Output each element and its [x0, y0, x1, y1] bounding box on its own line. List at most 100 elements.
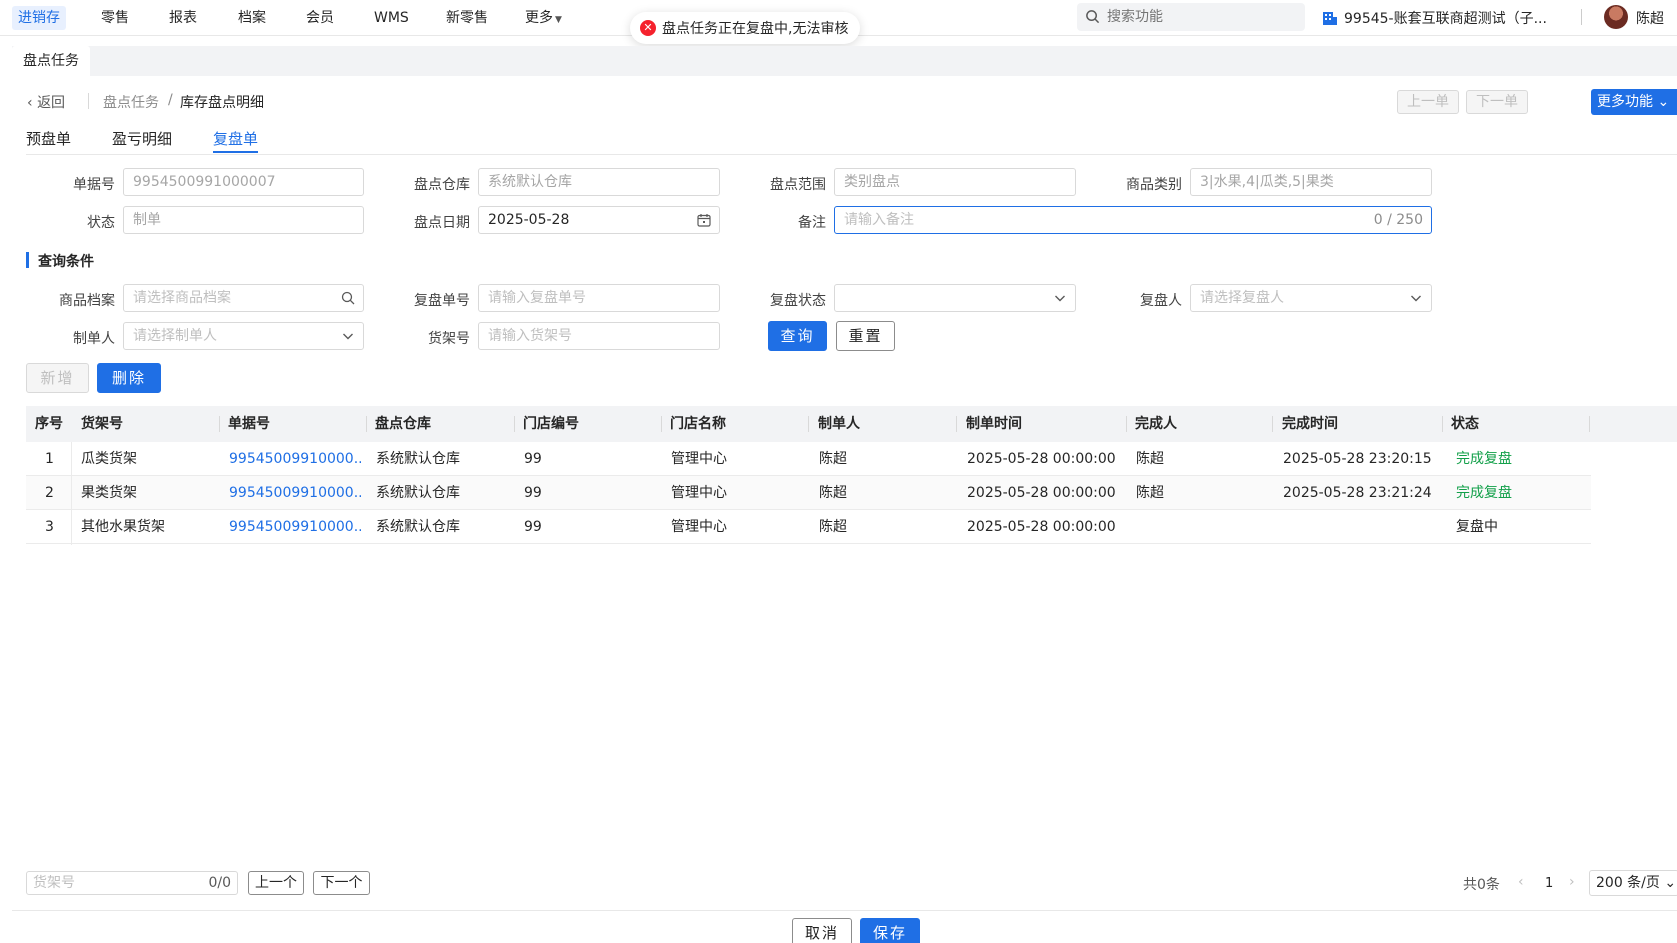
search-button[interactable]: 查询 [768, 321, 827, 351]
cell-doc-no-link[interactable]: 99545009910000... [229, 476, 361, 510]
cell-store-no: 99 [524, 485, 542, 501]
creator-select[interactable]: 请选择制单人 [123, 322, 364, 350]
save-button[interactable]: 保存 [860, 918, 920, 943]
nav-item-inventory[interactable]: 进销存 [12, 6, 66, 30]
col-header-warehouse[interactable]: 盘点仓库 [375, 406, 431, 442]
col-divider [956, 416, 957, 432]
tab-pre-count[interactable]: 预盘单 [26, 128, 71, 149]
search-icon[interactable] [341, 291, 355, 305]
nav-item-new-retail[interactable]: 新零售 [442, 6, 492, 30]
col-header-index: 序号 [35, 416, 63, 432]
chevron-right-icon[interactable]: › [1569, 874, 1575, 890]
table-row[interactable]: 3 其他水果货架 99545009910000... 系统默认仓库 99 管理中… [26, 510, 1591, 544]
shelf-input[interactable]: 请输入货架号 [478, 322, 720, 350]
doc-no-field: 9954500991000007 [123, 168, 364, 196]
recheck-no-input[interactable]: 请输入复盘单号 [478, 284, 720, 312]
delete-button[interactable]: 删除 [97, 363, 161, 393]
col-header-store-no[interactable]: 门店编号 [523, 406, 579, 442]
cell-store-name: 管理中心 [671, 519, 727, 535]
prev-shelf-button[interactable]: 上一个 [248, 871, 304, 895]
col-header-status[interactable]: 状态 [1451, 406, 1479, 442]
page-size-value: 200 条/页 [1596, 875, 1660, 891]
date-field[interactable]: 2025-05-28 [478, 206, 720, 234]
remark-placeholder: 请输入备注 [844, 212, 914, 228]
next-doc-button[interactable]: 下一单 [1466, 90, 1528, 114]
chevron-down-icon [343, 333, 353, 340]
cell-store-no: 99 [524, 519, 542, 535]
back-label: 返回 [37, 95, 66, 111]
error-toast: ✕ 盘点任务正在复盘中,无法审核 [630, 12, 861, 44]
recheck-status-label: 复盘状态 [770, 293, 826, 309]
nav-item-more[interactable]: 更多 ▼ [521, 6, 566, 30]
status-field: 制单 [123, 206, 364, 234]
rechecker-label: 复盘人 [1140, 293, 1182, 309]
col-divider [514, 416, 515, 432]
chevron-left-icon[interactable]: ‹ [1518, 874, 1524, 890]
nav-item-reports[interactable]: 报表 [165, 6, 201, 30]
pagination-current-page[interactable]: 1 [1545, 876, 1553, 891]
product-input[interactable]: 请选择商品档案 [123, 284, 364, 312]
remark-field[interactable]: 请输入备注 0 / 250 [834, 206, 1432, 234]
building-icon [1323, 12, 1337, 25]
col-divider [366, 416, 367, 432]
cell-index: 2 [45, 485, 54, 501]
col-header-shelf[interactable]: 货架号 [81, 406, 123, 442]
col-divider [661, 416, 662, 432]
rechecker-select[interactable]: 请选择复盘人 [1190, 284, 1432, 312]
calendar-icon [697, 214, 711, 227]
col-header-finisher[interactable]: 完成人 [1135, 406, 1177, 442]
col-header-create-time[interactable]: 制单时间 [966, 406, 1022, 442]
user-name[interactable]: 陈超 [1636, 8, 1664, 28]
col-header-doc-no[interactable]: 单据号 [228, 406, 270, 442]
breadcrumb-parent[interactable]: 盘点任务 [103, 92, 159, 112]
back-button[interactable]: ‹ 返回 [27, 92, 65, 112]
page-size-select[interactable]: 200 条/页 ⌄ [1589, 870, 1677, 896]
warehouse-field: 系统默认仓库 [478, 168, 720, 196]
cancel-button[interactable]: 取消 [792, 918, 852, 943]
cell-doc-no-link[interactable]: 99545009910000... [229, 442, 361, 476]
nav-item-wms[interactable]: WMS [370, 6, 413, 30]
caret-down-icon: ▼ [555, 15, 562, 25]
breadcrumb-current: 库存盘点明细 [180, 95, 264, 111]
page-tab-stocktake[interactable]: 盘点任务 [12, 46, 90, 76]
col-divider [1126, 416, 1127, 432]
org-switcher[interactable]: 99545-账套互联商超测试（子... [1322, 8, 1547, 28]
col-header-finish-time[interactable]: 完成时间 [1282, 406, 1338, 442]
table-row[interactable]: 1 瓜类货架 99545009910000... 系统默认仓库 99 管理中心 … [26, 442, 1591, 476]
col-header-creator[interactable]: 制单人 [818, 406, 860, 442]
cell-index: 1 [45, 451, 54, 467]
reset-button[interactable]: 重置 [836, 321, 895, 351]
cell-create-time: 2025-05-28 00:00:00 [967, 485, 1116, 501]
footer-divider [12, 910, 1677, 911]
more-functions-label: 更多功能 [1597, 94, 1653, 110]
tab-profit-loss[interactable]: 盈亏明细 [112, 128, 172, 149]
active-tab-indicator [213, 151, 258, 153]
tab-recheck[interactable]: 复盘单 [213, 128, 258, 149]
cell-shelf: 果类货架 [81, 485, 137, 501]
cell-status: 完成复盘 [1456, 451, 1512, 467]
col-header-store-name[interactable]: 门店名称 [670, 406, 726, 442]
next-shelf-button[interactable]: 下一个 [313, 871, 370, 895]
divider [1581, 9, 1582, 25]
scope-field: 类别盘点 [834, 168, 1076, 196]
nav-item-archives[interactable]: 档案 [234, 6, 270, 30]
chevron-down-icon [1055, 295, 1065, 302]
avatar[interactable] [1604, 5, 1628, 29]
function-search-input[interactable] [1107, 7, 1297, 27]
more-functions-button[interactable]: 更多功能 ⌄ [1591, 89, 1677, 115]
prev-doc-button[interactable]: 上一单 [1397, 90, 1459, 114]
remark-counter: 0 / 250 [1373, 212, 1423, 228]
function-search[interactable] [1077, 3, 1305, 31]
date-label: 盘点日期 [414, 215, 470, 231]
shelf-jump-input[interactable]: 货架号 0/0 [26, 871, 238, 895]
recheck-status-select[interactable] [834, 284, 1076, 312]
nav-item-members[interactable]: 会员 [302, 6, 338, 30]
col-divider [1589, 416, 1590, 432]
pagination-total: 共0条 [1463, 877, 1500, 893]
cell-creator: 陈超 [819, 485, 847, 501]
add-button[interactable]: 新增 [26, 363, 89, 393]
cell-doc-no-link[interactable]: 99545009910000... [229, 510, 361, 544]
nav-item-retail[interactable]: 零售 [97, 6, 133, 30]
table-row[interactable]: 2 果类货架 99545009910000... 系统默认仓库 99 管理中心 … [26, 476, 1591, 510]
table-header: 序号 货架号 单据号 盘点仓库 门店编号 门店名称 制单人 制单时间 完成人 完… [26, 406, 1677, 442]
